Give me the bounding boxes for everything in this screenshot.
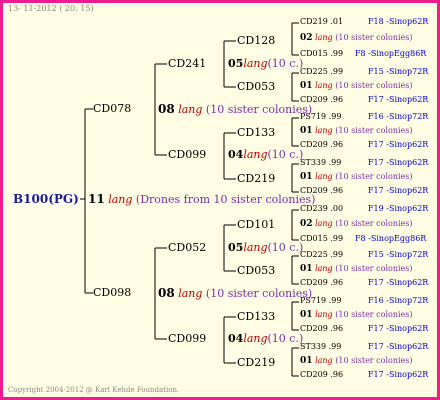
gen4-origin: F17 -Sinop62R bbox=[368, 278, 429, 287]
gen3-node: CD053 bbox=[237, 264, 276, 277]
gen2-mating-link: 04lang(10 c.) bbox=[228, 332, 304, 345]
gen4-node: CD225 .99 bbox=[300, 67, 344, 76]
gen4-origin: F16 -Sinop72R bbox=[368, 296, 429, 305]
gen2-node: CD241 bbox=[168, 57, 207, 70]
gen1-mating-link: 08 lang (10 sister colonies) bbox=[158, 102, 313, 116]
root-mating-link: 11 lang (Drones from 10 sister colonies) bbox=[88, 193, 315, 205]
gen4-node: CD209 .96 bbox=[300, 370, 344, 379]
gen4-origin: F15 -Sinop72R bbox=[368, 67, 429, 76]
gen3-mating-link: 02 lang (10 sister colonies) bbox=[300, 219, 413, 229]
gen2-mating-link: 05lang(10 c.) bbox=[228, 241, 304, 254]
gen3-node: CD101 bbox=[237, 218, 276, 231]
gen4-origin: F15 -Sinop72R bbox=[368, 250, 429, 259]
gen4-origin: F17 -Sinop62R bbox=[368, 342, 429, 351]
gen3-mating-link: 02 lang (10 sister colonies) bbox=[300, 33, 413, 43]
gen4-origin: F17 -Sinop62R bbox=[368, 158, 429, 167]
gen3-node: CD219 bbox=[237, 356, 276, 369]
link-note: (Drones from 10 sister colonies) bbox=[135, 193, 316, 206]
gen4-origin: F8 -SinopEgg86R bbox=[355, 49, 427, 58]
gen2-node: CD099 bbox=[168, 148, 207, 161]
gen4-origin: F17 -Sinop62R bbox=[368, 95, 429, 104]
gen4-node: ST339 .99 bbox=[300, 158, 342, 167]
gen4-node: CD225 .99 bbox=[300, 250, 344, 259]
gen4-node: CD209 .96 bbox=[300, 324, 344, 333]
gen4-node: CD209 .96 bbox=[300, 278, 344, 287]
gen2-mating-link: 05lang(10 c.) bbox=[228, 57, 304, 70]
gen4-node: CD015 .99 bbox=[300, 234, 344, 243]
gen3-mating-link: 01 lang (10 sister colonies) bbox=[300, 356, 413, 366]
gen3-mating-link: 01 lang (10 sister colonies) bbox=[300, 264, 413, 274]
gen4-origin: F8 -SinopEgg86R bbox=[355, 234, 427, 243]
gen3-node: CD133 bbox=[237, 310, 276, 323]
gen4-node: CD239 .00 bbox=[300, 204, 344, 213]
gen2-node: CD052 bbox=[168, 241, 207, 254]
gen2-mating-link: 04lang(10 c.) bbox=[228, 148, 304, 161]
copyright-footer: Copyright 2004-2012 @ Karl Kehde Foundat… bbox=[8, 386, 180, 394]
gen3-node: CD219 bbox=[237, 172, 276, 185]
gen3-node: CD133 bbox=[237, 126, 276, 139]
gen4-origin: F17 -Sinop62R bbox=[368, 324, 429, 333]
gen4-origin: F17 -Sinop62R bbox=[368, 186, 429, 195]
gen2-node: CD099 bbox=[168, 332, 207, 345]
gen4-node: CD015 .99 bbox=[300, 49, 344, 58]
gen4-node: CD219 .01 bbox=[300, 17, 344, 26]
gen4-origin: F16 -Sinop72R bbox=[368, 112, 429, 121]
gen4-node: CD209 .96 bbox=[300, 186, 344, 195]
pedigree-chart: 13- 11-2012 ( 20: 15) B100(PG) 11 lang (… bbox=[0, 0, 440, 400]
gen1-node: CD098 bbox=[93, 286, 132, 299]
root-queen: B100(PG) bbox=[12, 192, 80, 206]
gen3-mating-link: 01 lang (10 sister colonies) bbox=[300, 172, 413, 182]
gen4-origin: F17 -Sinop62R bbox=[368, 140, 429, 149]
gen4-origin: F19 -Sinop62R bbox=[368, 204, 429, 213]
gen3-node: CD128 bbox=[237, 34, 276, 47]
gen1-node: CD078 bbox=[93, 102, 132, 115]
gen1-mating-link: 08 lang (10 sister colonies) bbox=[158, 286, 313, 300]
report-date: 13- 11-2012 ( 20: 15) bbox=[8, 4, 94, 13]
gen3-mating-link: 01 lang (10 sister colonies) bbox=[300, 81, 413, 91]
link-count: 11 bbox=[88, 192, 105, 206]
gen3-mating-link: 01 lang (10 sister colonies) bbox=[300, 310, 413, 320]
gen3-mating-link: 01 lang (10 sister colonies) bbox=[300, 126, 413, 136]
gen4-origin: F18 -Sinop62R bbox=[368, 17, 429, 26]
gen4-node: CD209 .96 bbox=[300, 140, 344, 149]
gen4-origin: F17 -Sinop62R bbox=[368, 370, 429, 379]
gen4-node: CD209 .96 bbox=[300, 95, 344, 104]
link-lang: lang bbox=[108, 193, 133, 206]
gen4-node: PS719 .99 bbox=[300, 296, 342, 305]
gen3-node: CD053 bbox=[237, 80, 276, 93]
gen4-node: PS719 .99 bbox=[300, 112, 342, 121]
gen4-node: ST339 .99 bbox=[300, 342, 342, 351]
